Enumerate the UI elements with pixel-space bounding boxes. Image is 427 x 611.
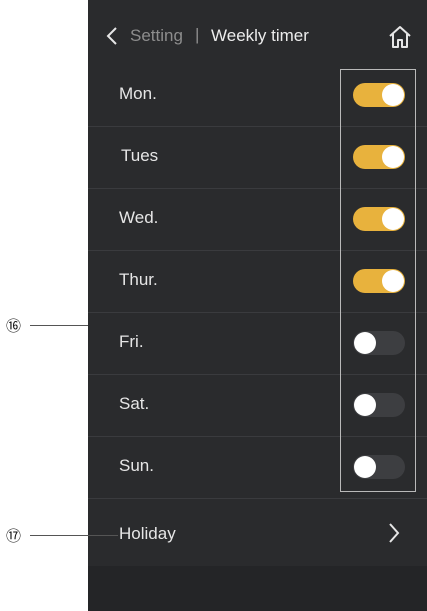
day-label: Wed. (119, 208, 159, 227)
day-label: Mon. (119, 84, 157, 103)
home-icon (389, 26, 411, 48)
holiday-row[interactable]: Holiday (88, 500, 427, 566)
day-label: Tues (121, 146, 159, 165)
toggle-group-highlight (340, 69, 416, 492)
back-button[interactable] (104, 24, 120, 48)
day-label: Fri. (119, 332, 144, 351)
callout-number-toggles: ⑯ (6, 317, 22, 335)
chevron-right-icon (389, 523, 400, 543)
page-title: Weekly timer (211, 26, 309, 45)
day-label: Sat. (119, 394, 150, 413)
header: Setting | Weekly timer (88, 0, 427, 72)
chevron-left-icon (106, 27, 117, 45)
callout-line-holiday (30, 535, 118, 536)
holiday-label: Holiday (119, 524, 176, 543)
callout-number-holiday: ⑰ (6, 527, 22, 545)
bottom-bar (88, 566, 427, 611)
home-button[interactable] (387, 24, 413, 50)
day-label: Thur. (119, 270, 158, 289)
day-label: Sun. (119, 456, 154, 475)
breadcrumb-separator: | (195, 25, 200, 44)
breadcrumb-parent[interactable]: Setting (130, 26, 183, 46)
